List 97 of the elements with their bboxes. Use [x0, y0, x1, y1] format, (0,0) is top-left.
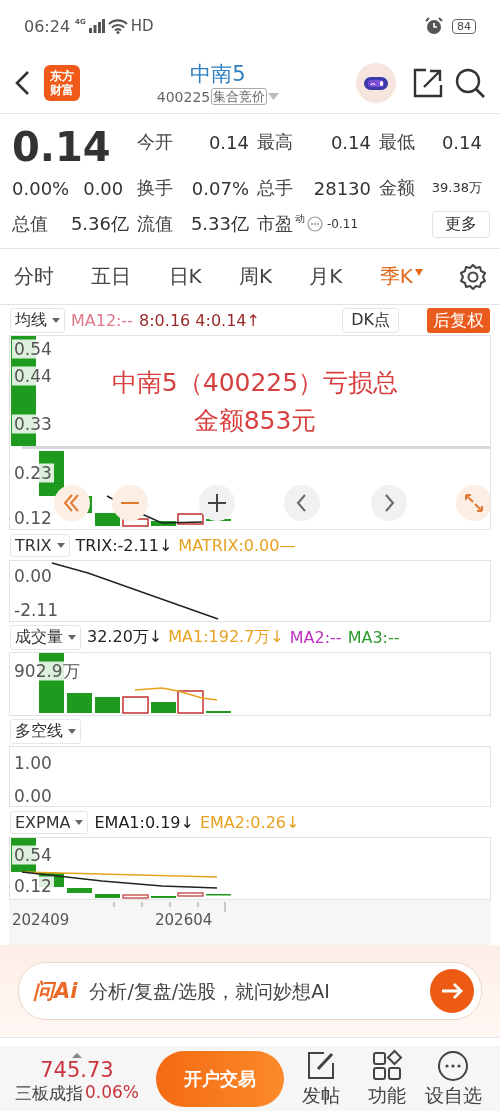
- stock-name: 中南5: [190, 61, 246, 88]
- index-change: 0.06%: [85, 1081, 139, 1104]
- battery-level: 84: [452, 18, 476, 34]
- stat-value: 28130: [313, 177, 371, 199]
- wifi-icon: [107, 18, 128, 34]
- legend-value: MA3:--: [347, 627, 400, 647]
- hd-indicator: HD: [130, 17, 154, 35]
- grid-icon[interactable]: [370, 1048, 404, 1083]
- candlestick: [122, 518, 149, 527]
- more-info-icon[interactable]: [307, 216, 323, 232]
- legend-value: MA12:--: [71, 310, 134, 330]
- indicator-dropdown[interactable]: EXPMA: [10, 810, 89, 834]
- expand-icon[interactable]: [456, 485, 490, 521]
- index-name: 三板成指: [15, 1081, 83, 1105]
- dk-point-button[interactable]: DK点: [342, 307, 399, 333]
- robot-avatar-icon[interactable]: [356, 62, 396, 103]
- volume-bar: [67, 693, 92, 713]
- share-icon[interactable]: [412, 66, 444, 99]
- more-button[interactable]: 更多: [432, 210, 490, 238]
- period-tab[interactable]: 周K: [238, 263, 272, 290]
- adjust-button[interactable]: 后复权: [427, 307, 490, 333]
- stat-value: 39.38万: [431, 179, 482, 197]
- date-axis-label: 202604: [155, 911, 213, 929]
- ai-logo: 问Ai: [33, 978, 78, 1005]
- stat-label: 今开: [137, 130, 173, 154]
- arrow-right-icon[interactable]: [430, 969, 474, 1013]
- caret-icon: [72, 1052, 82, 1058]
- stat-value: 5.33亿: [190, 212, 249, 236]
- period-tab[interactable]: 日K: [168, 263, 202, 290]
- stat-value: 0.14: [330, 131, 371, 153]
- stock-code: 400225: [156, 88, 211, 105]
- indicator-dropdown[interactable]: TRIX: [10, 533, 70, 557]
- stat-label: 市盈: [257, 212, 293, 236]
- indicator-dropdown[interactable]: 均线: [10, 307, 65, 333]
- volume-bar: [95, 697, 120, 713]
- zoom-in-icon[interactable]: [199, 485, 235, 521]
- trading-status-tag: 集合竞价: [211, 88, 268, 105]
- legend-value: EMA1:0.19↓: [94, 812, 194, 832]
- toolbar-action[interactable]: 发帖: [292, 1048, 350, 1109]
- legend-value: 32.20万↓: [87, 626, 163, 648]
- zoom-out-icon[interactable]: [112, 485, 148, 521]
- legend-value: MA2:--: [289, 627, 342, 647]
- axis-label: 0.54: [12, 339, 54, 359]
- candlestick: [95, 894, 120, 898]
- stat-value: 0.14: [208, 131, 249, 153]
- period-tab[interactable]: 分时: [14, 263, 54, 290]
- stat-label: 金额: [379, 176, 415, 200]
- indicator-dropdown[interactable]: 多空线: [10, 718, 81, 744]
- period-tab[interactable]: 五日: [91, 263, 132, 290]
- change-amount: 0.00: [83, 177, 124, 199]
- stat-value: -0.11: [327, 217, 359, 231]
- legend-value: 8:0.16 4:0.14↑: [139, 310, 260, 330]
- toolbar-action[interactable]: 设自选: [424, 1048, 482, 1109]
- previous-icon[interactable]: [284, 485, 320, 521]
- stat-label: 流值: [137, 212, 173, 236]
- period-tab[interactable]: 月K: [309, 263, 343, 290]
- legend-value: TRIX:-2.11↓: [75, 535, 173, 555]
- stat-label: 总手: [257, 176, 293, 200]
- question-input[interactable]: 分析/复盘/选股，就问妙想AI: [87, 979, 420, 1003]
- app-logo: 东方 财富: [44, 64, 80, 101]
- indicator-dropdown[interactable]: 成交量: [10, 624, 81, 650]
- legend-value: MATRIX:0.00—: [178, 535, 296, 555]
- more-icon[interactable]: [436, 1048, 470, 1083]
- axis-label: 0.44: [12, 366, 54, 386]
- axis-label: 0.23: [12, 463, 54, 483]
- change-percent: 0.00%: [12, 177, 70, 199]
- search-icon[interactable]: [454, 66, 486, 99]
- legend-value: MA1:192.7万↓: [168, 626, 284, 648]
- axis-label: 0.33: [12, 414, 54, 434]
- dynamic-mark: 动: [295, 212, 305, 226]
- back-icon[interactable]: [14, 69, 30, 96]
- caret-icon[interactable]: [414, 269, 423, 276]
- alarm-icon: [425, 17, 443, 35]
- candlestick: [95, 513, 120, 526]
- axis-label: 902.9万: [12, 661, 82, 681]
- volume-bar: [122, 696, 149, 714]
- next-icon[interactable]: [371, 485, 407, 521]
- settings-icon[interactable]: [460, 263, 486, 290]
- current-price: 0.14: [12, 124, 112, 170]
- candlestick: [67, 888, 92, 893]
- stat-value: 5.36亿: [70, 212, 129, 236]
- stat-label: 最高: [257, 130, 293, 154]
- stat-value: 0.14: [441, 131, 482, 153]
- loss-annotation: 中南5（400225）亏损总金额853元: [110, 367, 400, 437]
- legend-value: EMA2:0.26↓: [199, 812, 300, 832]
- date-axis-label: 202409: [12, 911, 70, 929]
- stat-value: 0.07%: [191, 177, 249, 199]
- stat-label: 换手: [137, 176, 173, 200]
- status-time: 06:24: [24, 16, 71, 36]
- stat-label: 总值: [12, 212, 48, 236]
- index-value: 745.73: [40, 1057, 114, 1082]
- signal-icon: [88, 19, 105, 33]
- toolbar-action[interactable]: 功能: [358, 1048, 416, 1109]
- candlestick: [206, 894, 231, 896]
- axis-label: 0.54: [12, 845, 54, 865]
- rewind-icon[interactable]: [54, 485, 90, 521]
- stat-label: 最低: [379, 130, 415, 154]
